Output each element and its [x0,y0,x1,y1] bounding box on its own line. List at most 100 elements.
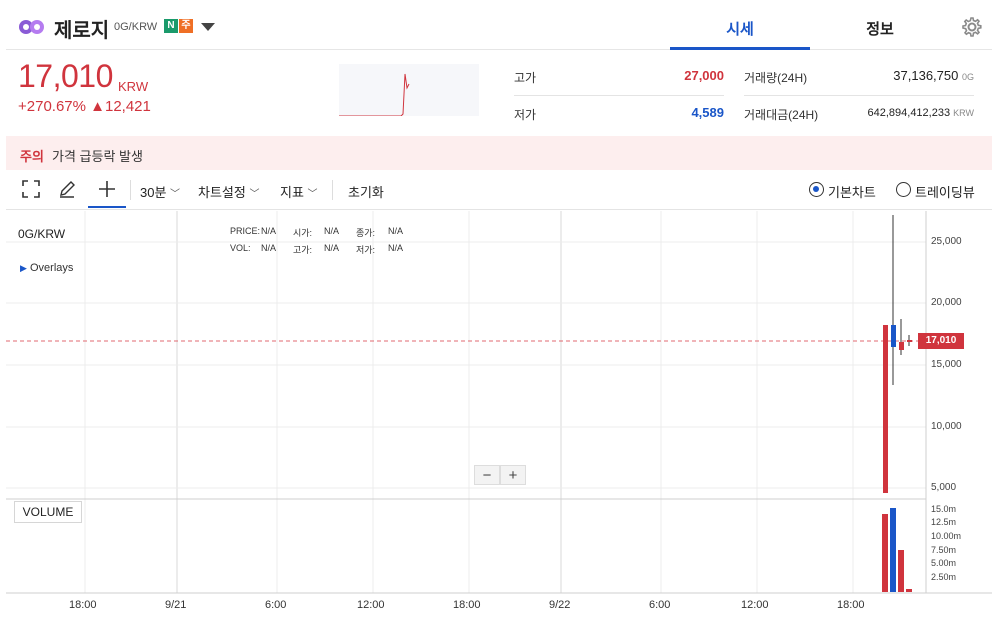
gear-icon[interactable] [962,17,982,37]
tradingview-label[interactable]: 트레이딩뷰 [915,182,975,201]
volume-bar-3 [898,550,904,592]
stat-divider [744,95,974,96]
overlays-label: Overlays [29,262,74,274]
price-unit: KRW [118,79,149,94]
coin-name[interactable]: 제로지 [54,14,109,43]
volume-tick: 2.50m [931,572,957,582]
mini-price-chart [339,64,479,116]
volume-tick: 12.5m [931,517,957,527]
fullscreen-icon[interactable] [22,180,40,198]
draw-pencil-icon[interactable] [58,180,76,198]
active-tool-indicator [88,206,126,208]
open-readout-value: N/A [324,226,340,236]
amount-value: 642,894,412,233 [867,107,951,119]
price-readout-label: PRICE: [230,226,261,236]
tradingview-radio[interactable] [896,182,911,197]
current-price-tag: 17,010 [918,333,964,349]
high-readout-value: N/A [324,243,340,253]
volume-pane-label: VOLUME [14,501,82,523]
basic-chart-radio[interactable] [809,182,824,197]
zoom-out-button[interactable]: − [474,465,500,485]
candlesticks [883,215,912,493]
overlays-toggle[interactable]: ▶ Overlays [20,262,73,274]
tab-info[interactable]: 정보 [810,18,950,39]
radio-selected-dot [813,186,819,192]
volume-unit: 0G [961,72,974,82]
grid-lines [6,211,926,593]
x-tick: 18:00 [69,599,97,611]
caution-badge: 주 [179,19,193,33]
chart-settings-label: 차트설정 [198,185,246,200]
volume-bar-1 [882,514,888,592]
low-label: 저가 [514,108,537,122]
x-tick: 6:00 [265,599,287,611]
x-tick: 9/21 [165,599,187,611]
vol-readout-value: N/A [261,243,277,253]
alert-label: 주의 [20,149,44,164]
indicators-menu[interactable]: 지표 ﹀ [280,182,318,201]
candle-1 [883,325,888,493]
high-readout-label: 고가: [293,245,313,255]
stat-divider [514,95,724,96]
y-tick: 5,000 [931,482,957,493]
chart-settings-menu[interactable]: 차트설정 ﹀ [198,182,259,201]
high-value: 27,000 [684,68,724,83]
x-tick: 18:00 [453,599,481,611]
coin-logo-icon [19,20,44,34]
toolbar-divider [332,180,333,200]
volume-label: 거래량(24H) [744,71,808,85]
high-label: 고가 [514,71,537,85]
low-readout-label: 저가: [356,245,376,255]
reset-button[interactable]: 초기화 [348,182,384,201]
x-tick: 9/22 [549,599,571,611]
chevron-down-icon: ﹀ [307,189,318,200]
amount-stat: 642,894,412,233 KRW [840,107,975,119]
y-tick: 20,000 [931,297,962,308]
chevron-down-icon: ﹀ [170,189,181,200]
price-chart[interactable]: 0G/KRW ▶ Overlays PRICE: N/A 시가: N/A 종가:… [6,211,992,624]
basic-chart-label[interactable]: 기본차트 [828,182,876,201]
interval-select[interactable]: 30분 ﹀ [140,182,180,201]
chevron-down-icon: ﹀ [249,189,260,200]
alert-banner: 주의 가격 급등락 발생 [6,136,992,170]
close-readout-value: N/A [388,226,404,236]
volume-tick: 5.00m [931,558,957,568]
close-readout-label: 종가: [356,228,376,238]
triangle-right-icon: ▶ [20,263,27,273]
volume-value: 37,136,750 [893,68,959,83]
volume-stat: 37,136,750 0G [850,68,974,83]
vol-readout-label: VOL: [230,243,251,253]
y-tick: 25,000 [931,236,962,247]
volume-bar-2 [890,508,896,592]
crosshair-icon[interactable] [98,180,116,198]
volume-bar-4 [906,589,912,592]
x-tick: 12:00 [741,599,769,611]
y-tick: 15,000 [931,359,962,370]
x-tick: 12:00 [357,599,385,611]
low-value: 4,589 [691,105,724,120]
volume-tick: 7.50m [931,545,957,555]
current-price: 17,010 [18,58,113,94]
coin-dropdown-chevron-down-icon[interactable] [201,23,215,31]
active-tab-indicator [670,47,810,50]
x-tick: 6:00 [649,599,671,611]
tab-quote[interactable]: 시세 [670,18,810,39]
open-readout-label: 시가: [293,228,313,238]
alert-text: 가격 급등락 발생 [52,149,143,164]
candle-4 [907,340,912,342]
candle-3 [899,342,904,350]
top-header: 제로지 0G/KRW N 주 시세 정보 [6,6,992,50]
zoom-in-button[interactable]: + [500,465,526,485]
x-tick: 18:00 [837,599,865,611]
volume-bars [882,508,912,592]
volume-tick: 10.00m [931,531,962,541]
new-badge: N [164,19,178,33]
amount-label: 거래대금(24H) [744,108,819,122]
chart-symbol: 0G/KRW [18,227,66,241]
chart-toolbar: 30분 ﹀ 차트설정 ﹀ 지표 ﹀ 초기화 기본차트 트레이딩뷰 [6,170,992,210]
coin-pair: 0G/KRW [114,21,158,33]
low-readout-value: N/A [388,243,404,253]
chart-canvas[interactable] [6,211,992,624]
toolbar-divider [130,180,131,200]
interval-value: 30분 [140,185,167,200]
